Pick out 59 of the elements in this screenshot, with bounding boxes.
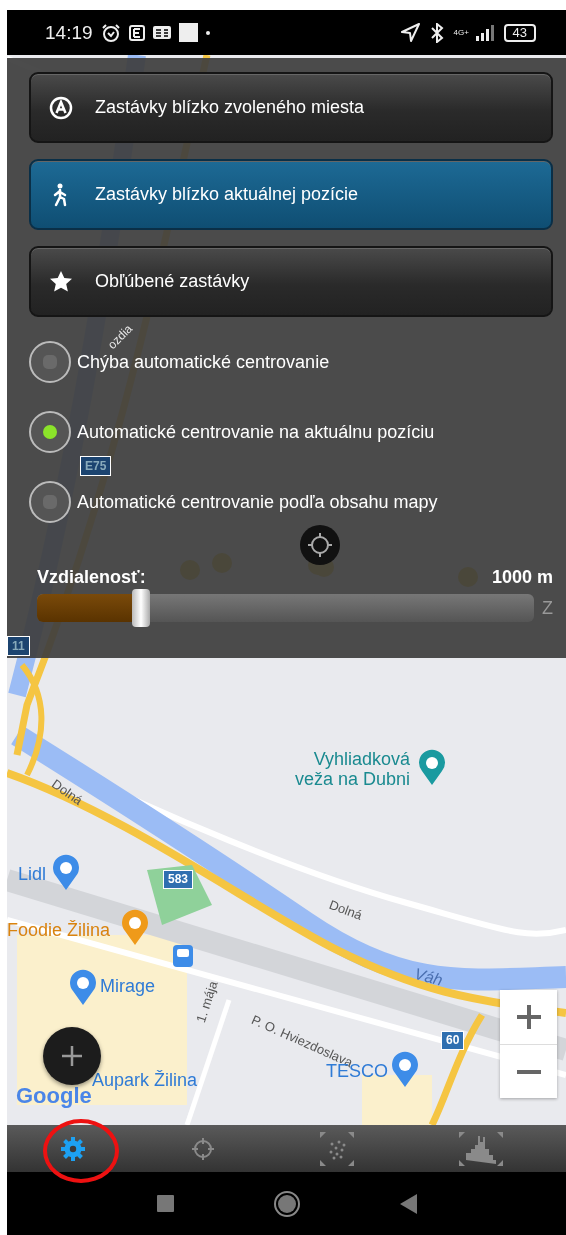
option-label: Chýba automatické centrovanie — [77, 351, 330, 373]
recent-apps-icon[interactable] — [156, 1195, 174, 1212]
crosshair-icon — [190, 1136, 215, 1161]
place-label: Lidl — [18, 865, 47, 885]
dot-icon — [205, 30, 210, 35]
city-skyline-icon — [459, 1131, 504, 1166]
map-pin-icon[interactable] — [53, 854, 79, 890]
circled-letter-icon — [49, 95, 73, 120]
road-number-label: E75 — [80, 456, 112, 476]
street-label: Dolná — [327, 898, 364, 924]
map-logo: Google — [16, 1084, 92, 1109]
road-number-label: 11 — [7, 636, 30, 656]
notification-icon — [128, 24, 145, 41]
card-icon — [152, 26, 171, 39]
network-type: 4G+ — [453, 28, 468, 37]
place-label: Aupark Žilina — [92, 1071, 198, 1090]
signal-icon — [475, 24, 496, 41]
slider-thumb[interactable] — [132, 589, 151, 627]
zoom-out-button[interactable] — [500, 1044, 557, 1098]
menu-button[interactable]: Obľúbené zastávky — [29, 246, 553, 317]
place-label: Foodie Žilina — [7, 921, 111, 941]
plus-icon — [61, 1045, 83, 1067]
river-label: Váh — [412, 965, 445, 990]
street-label: 1. mája — [194, 979, 221, 1025]
clock-time: 14:19 — [45, 21, 93, 44]
distance-label: Vzdialenosť: — [37, 567, 146, 588]
road-number-label: 60 — [441, 1031, 465, 1051]
radio-button[interactable] — [29, 341, 71, 383]
map-pin-icon[interactable] — [419, 749, 445, 785]
fit-points-icon — [320, 1131, 355, 1166]
square-icon — [178, 23, 198, 42]
option-label: Automatické centrovanie podľa obsahu mapy — [77, 491, 438, 513]
distance-value: 1000 m — [491, 567, 553, 588]
place-label: Mirage — [100, 977, 156, 997]
option-label: Automatické centrovanie na aktuálnu pozíciu — [77, 421, 435, 443]
location-arrow-icon — [399, 22, 420, 43]
alarm-icon — [100, 22, 121, 43]
menu-button[interactable]: Zastávky blízko aktuálnej pozície — [29, 159, 553, 230]
train-station-icon[interactable] — [173, 945, 193, 967]
battery-level: 43 — [503, 23, 536, 42]
place-label: Vyhliadková veža na Dubni — [295, 750, 411, 790]
radio-button[interactable] — [29, 481, 71, 523]
crosshair-marker-icon — [300, 525, 340, 565]
zoom-in-button[interactable] — [500, 990, 557, 1044]
cut-off-text: Z — [542, 597, 553, 619]
radio-button[interactable] — [29, 411, 71, 453]
map-pin-icon[interactable] — [392, 1051, 418, 1087]
minus-icon — [515, 1068, 542, 1075]
road-number-label: 583 — [163, 870, 194, 890]
star-icon — [49, 269, 73, 294]
distance-slider[interactable] — [37, 588, 534, 628]
back-icon[interactable] — [399, 1193, 417, 1214]
menu-button[interactable]: Zastávky blízko zvoleného miesta — [29, 72, 553, 143]
settings-icon — [59, 1135, 86, 1162]
home-icon[interactable] — [273, 1190, 300, 1217]
toolbar-tab[interactable] — [457, 1129, 506, 1168]
map-pin-icon[interactable] — [70, 969, 96, 1005]
toolbar-tab[interactable] — [318, 1129, 357, 1168]
plus-icon — [515, 1004, 542, 1030]
